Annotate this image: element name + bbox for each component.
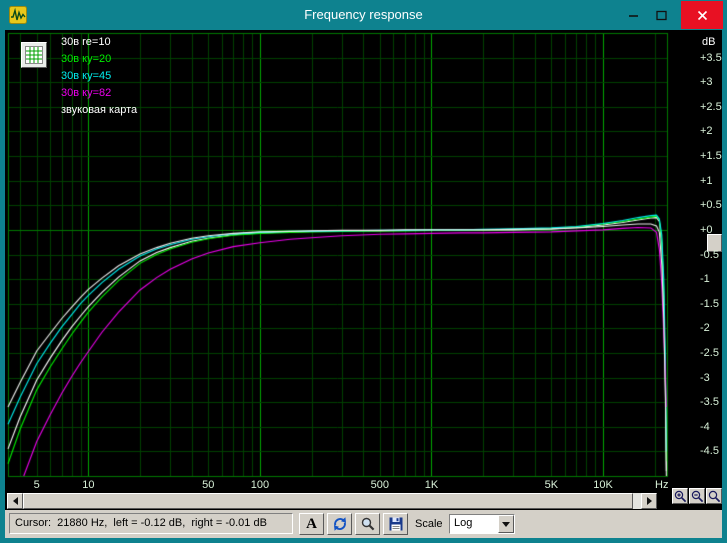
plot-area[interactable]: 30в re=10 30в ку=20 30в ку=45 30в ку=82 звук… <box>5 30 722 478</box>
x-axis-tick-label: 10 <box>82 479 95 491</box>
y-axis-tick-label: -2.5 <box>700 346 719 359</box>
title-bar[interactable]: Frequency response <box>0 0 727 30</box>
maximize-button[interactable] <box>647 1 675 29</box>
x-axis-unit-label: Hz <box>655 479 669 491</box>
x-axis: Hz 5 10 50 100 500 1K 5K 10K <box>5 478 722 492</box>
zoom-preview-button[interactable] <box>355 513 380 535</box>
refresh-button[interactable] <box>327 513 352 535</box>
grid-icon <box>25 46 43 64</box>
legend-item: 30в ку=45 <box>61 70 112 82</box>
horizontal-scrollbar[interactable] <box>7 493 657 509</box>
zoom-out-button[interactable] <box>689 488 705 504</box>
x-axis-tick-label: 5 <box>33 479 40 491</box>
y-axis-tick-label: +0.5 <box>700 199 722 212</box>
y-axis-tick-label: +3 <box>700 76 713 89</box>
y-axis-tick-label: -3 <box>700 371 710 384</box>
save-button[interactable] <box>383 513 408 535</box>
scale-label: Scale <box>415 518 443 530</box>
zoom-full-button[interactable] <box>706 488 722 504</box>
font-a-icon: A <box>306 515 317 532</box>
font-button[interactable]: A <box>299 513 324 535</box>
cursor-readout: Cursor: 21880 Hz, left = -0.12 dB, right… <box>9 513 293 534</box>
maximize-icon <box>655 10 667 20</box>
triangle-right-icon <box>646 497 652 505</box>
legend-item: 30в ку=20 <box>61 53 112 65</box>
x-axis-tick-label: 500 <box>370 479 390 491</box>
y-axis-tick-label: +2 <box>700 125 713 138</box>
y-axis-tick-label: +2.5 <box>700 100 722 113</box>
zoom-in-button[interactable] <box>672 488 688 504</box>
y-axis-tick-label: +0 <box>700 223 713 236</box>
y-axis-tick-label: -0.5 <box>700 248 719 261</box>
magnifier-plus-icon <box>674 490 686 502</box>
status-bar: Cursor: 21880 Hz, left = -0.12 dB, right… <box>5 510 722 538</box>
y-axis-tick-label: +1.5 <box>700 150 722 163</box>
legend-item: 30в ку=82 <box>61 87 112 99</box>
magnifier-plain-icon <box>708 490 720 502</box>
scroll-right-button[interactable] <box>641 493 657 509</box>
x-axis-tick-label: 5K <box>544 479 559 491</box>
y-axis-tick-label: -4.5 <box>700 445 719 458</box>
close-button[interactable] <box>681 1 723 29</box>
magnifier-minus-icon <box>691 490 703 502</box>
y-axis-tick-label: -3.5 <box>700 396 719 409</box>
scale-dropdown[interactable]: Log <box>449 514 515 534</box>
legend-item: 30в re=10 <box>61 36 111 48</box>
floppy-save-icon <box>389 517 402 531</box>
x-axis-tick-label: 1K <box>424 479 439 491</box>
chevron-down-icon[interactable] <box>498 515 514 533</box>
legend-item: звуковая карта <box>61 104 138 116</box>
frequency-response-window: Frequency response 30в re=10 30в ку=20 3… <box>0 0 727 543</box>
y-axis-unit-label: dB <box>702 36 716 48</box>
y-axis-tick-label: -4 <box>700 420 710 433</box>
legend: 30в re=10 30в ку=20 30в ку=45 30в ку=82 звук… <box>21 34 137 119</box>
plot-window-content: 30в re=10 30в ку=20 30в ку=45 30в ку=82 звук… <box>5 30 722 538</box>
y-axis-tick-label: -1.5 <box>700 297 719 310</box>
y-axis-tick-label: -2 <box>700 322 710 335</box>
scroll-thumb[interactable] <box>23 493 633 509</box>
x-axis-tick-label: 10K <box>593 479 613 491</box>
grid-toggle-button[interactable] <box>21 42 47 68</box>
triangle-left-icon <box>12 497 18 505</box>
minimize-button[interactable] <box>619 1 647 29</box>
legend-items: 30в re=10 30в ку=20 30в ку=45 30в ку=82 звук… <box>61 34 137 119</box>
x-axis-tick-label: 100 <box>250 479 270 491</box>
scale-dropdown-value: Log <box>454 517 473 529</box>
x-axis-tick-label: 50 <box>202 479 215 491</box>
window-title: Frequency response <box>304 7 423 22</box>
y-axis-tick-label: +1 <box>700 174 713 187</box>
scroll-row <box>5 488 722 510</box>
scroll-left-button[interactable] <box>7 493 23 509</box>
window-controls <box>619 1 723 29</box>
y-axis-tick-label: +3.5 <box>700 51 722 64</box>
minimize-icon <box>628 14 638 17</box>
y-axis-tick-label: -1 <box>700 273 710 286</box>
refresh-icon <box>333 517 346 531</box>
close-icon <box>697 10 707 20</box>
magnifier-icon <box>361 517 374 531</box>
